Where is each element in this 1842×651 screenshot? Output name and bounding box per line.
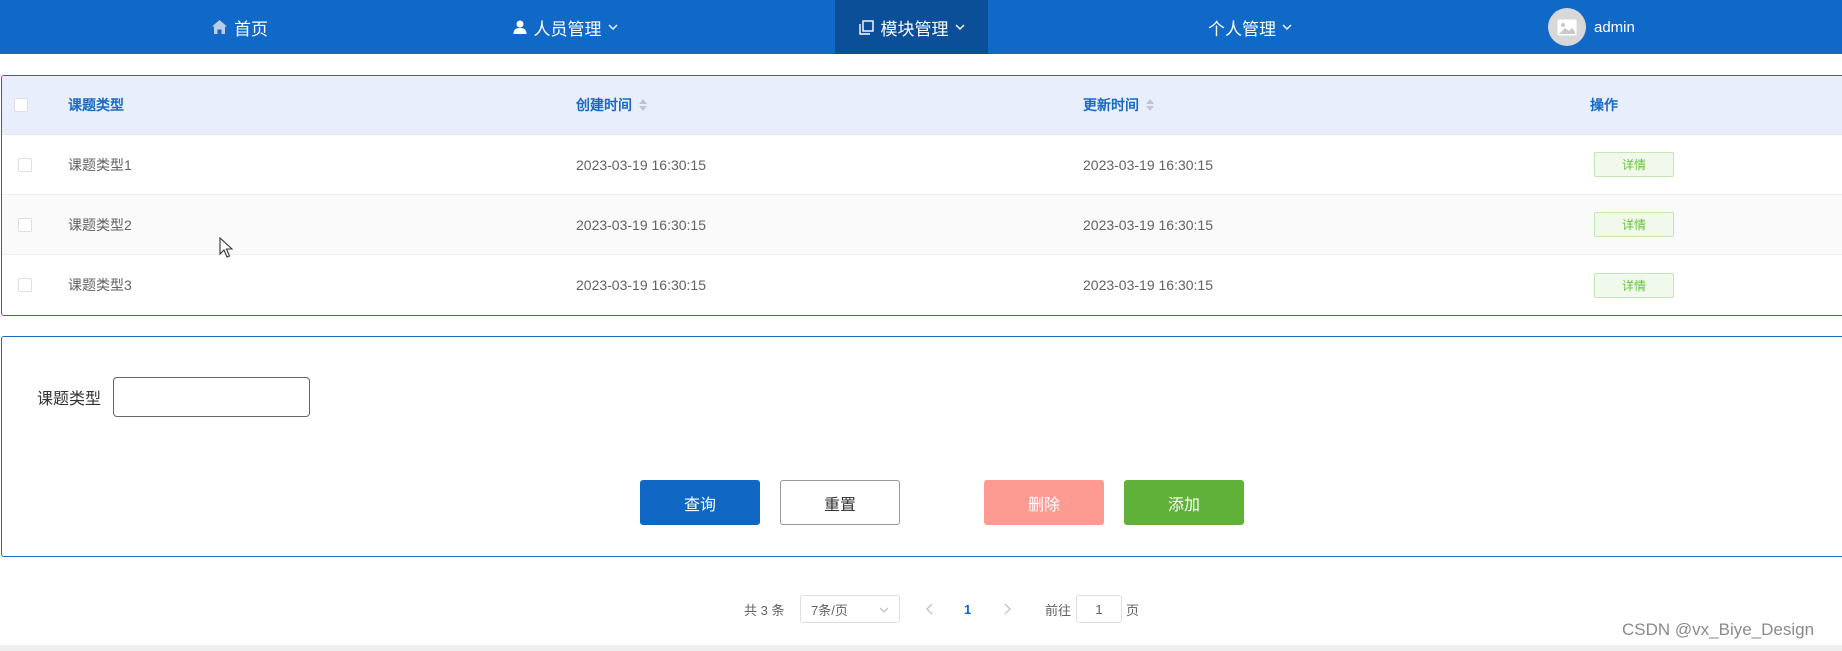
cell-updated: 2023-03-19 16:30:15 — [1083, 156, 1213, 173]
page-number-current[interactable]: 1 — [964, 596, 971, 622]
delete-button[interactable]: 删除 — [984, 480, 1104, 525]
next-page-button[interactable] — [1003, 596, 1011, 622]
nav-home[interactable]: 首页 — [170, 0, 310, 54]
cell-created: 2023-03-19 16:30:15 — [576, 277, 706, 293]
chevron-down-icon — [1282, 24, 1292, 31]
pagination-total: 共 3 条 — [744, 602, 785, 618]
row-checkbox[interactable] — [18, 157, 32, 172]
chevron-down-icon — [955, 24, 965, 31]
header-created[interactable]: 创建时间 — [576, 76, 647, 134]
prev-page-button[interactable] — [926, 596, 934, 622]
nav-personnel-label: 人员管理 — [533, 19, 602, 39]
cell-updated: 2023-03-19 16:30:15 — [1083, 277, 1213, 293]
goto-page-input[interactable] — [1076, 595, 1122, 623]
row-checkbox[interactable] — [18, 278, 32, 292]
table-row: 课题类型3 2023-03-19 16:30:15 2023-03-19 16:… — [2, 255, 1842, 315]
chevron-down-icon — [879, 602, 889, 617]
nav-home-label: 首页 — [234, 19, 268, 39]
username: admin — [1594, 18, 1635, 36]
nav-modules-label: 模块管理 — [880, 19, 949, 39]
nav-personnel[interactable]: 人员管理 — [480, 0, 650, 54]
mouse-cursor-icon — [219, 236, 234, 263]
goto-suffix: 页 — [1126, 602, 1140, 618]
sort-icon[interactable] — [639, 99, 647, 111]
header-actions: 操作 — [1590, 97, 1618, 113]
row-checkbox[interactable] — [18, 217, 32, 232]
avatar — [1548, 8, 1586, 46]
data-table: 课题类型 创建时间 更新时间 操作 课题类型1 2023-03-19 16:30… — [1, 75, 1842, 316]
cell-created: 2023-03-19 16:30:15 — [576, 156, 706, 173]
cell-type: 课题类型2 — [68, 216, 132, 233]
copy-icon — [858, 19, 874, 35]
top-navbar: 首页 人员管理 模块管理 个人管理 admin — [0, 0, 1842, 54]
goto-prefix: 前往 — [1045, 602, 1072, 618]
nav-personal-label: 个人管理 — [1208, 19, 1276, 39]
detail-button[interactable]: 详情 — [1594, 272, 1674, 298]
type-field-label: 课题类型 — [37, 391, 102, 408]
cell-updated: 2023-03-19 16:30:15 — [1083, 216, 1213, 233]
cell-created: 2023-03-19 16:30:15 — [576, 216, 706, 233]
header-type: 课题类型 — [68, 97, 124, 113]
page-size-value: 7条/页 — [811, 602, 848, 618]
reset-button[interactable]: 重置 — [780, 480, 900, 525]
cell-type: 课题类型3 — [68, 277, 132, 293]
chevron-left-icon — [926, 603, 933, 615]
sort-icon[interactable] — [1146, 99, 1154, 111]
detail-button[interactable]: 详情 — [1594, 212, 1674, 237]
nav-modules[interactable]: 模块管理 — [835, 0, 988, 54]
select-all-checkbox[interactable] — [14, 98, 28, 112]
user-icon — [513, 20, 527, 34]
table-row: 课题类型1 2023-03-19 16:30:15 2023-03-19 16:… — [2, 135, 1842, 195]
footer-strip — [0, 645, 1842, 651]
chevron-down-icon — [608, 24, 618, 31]
image-placeholder-icon — [1557, 19, 1577, 35]
cell-type: 课题类型1 — [68, 156, 132, 173]
header-updated[interactable]: 更新时间 — [1083, 76, 1154, 134]
watermark: CSDN @vx_Biye_Design — [1622, 620, 1815, 639]
detail-button[interactable]: 详情 — [1594, 152, 1674, 177]
table-header: 课题类型 创建时间 更新时间 操作 — [2, 76, 1842, 135]
page-size-select[interactable]: 7条/页 — [800, 595, 900, 623]
table-row: 课题类型2 2023-03-19 16:30:15 2023-03-19 16:… — [2, 195, 1842, 255]
type-input[interactable] — [113, 377, 310, 417]
chevron-right-icon — [1004, 603, 1011, 615]
add-button[interactable]: 添加 — [1124, 480, 1244, 525]
user-menu[interactable]: admin — [1548, 7, 1635, 47]
query-button[interactable]: 查询 — [640, 480, 760, 525]
nav-personal[interactable]: 个人管理 — [1180, 0, 1320, 54]
search-panel: 课题类型 查询 重置 删除 添加 — [1, 336, 1842, 557]
home-icon — [212, 20, 227, 34]
